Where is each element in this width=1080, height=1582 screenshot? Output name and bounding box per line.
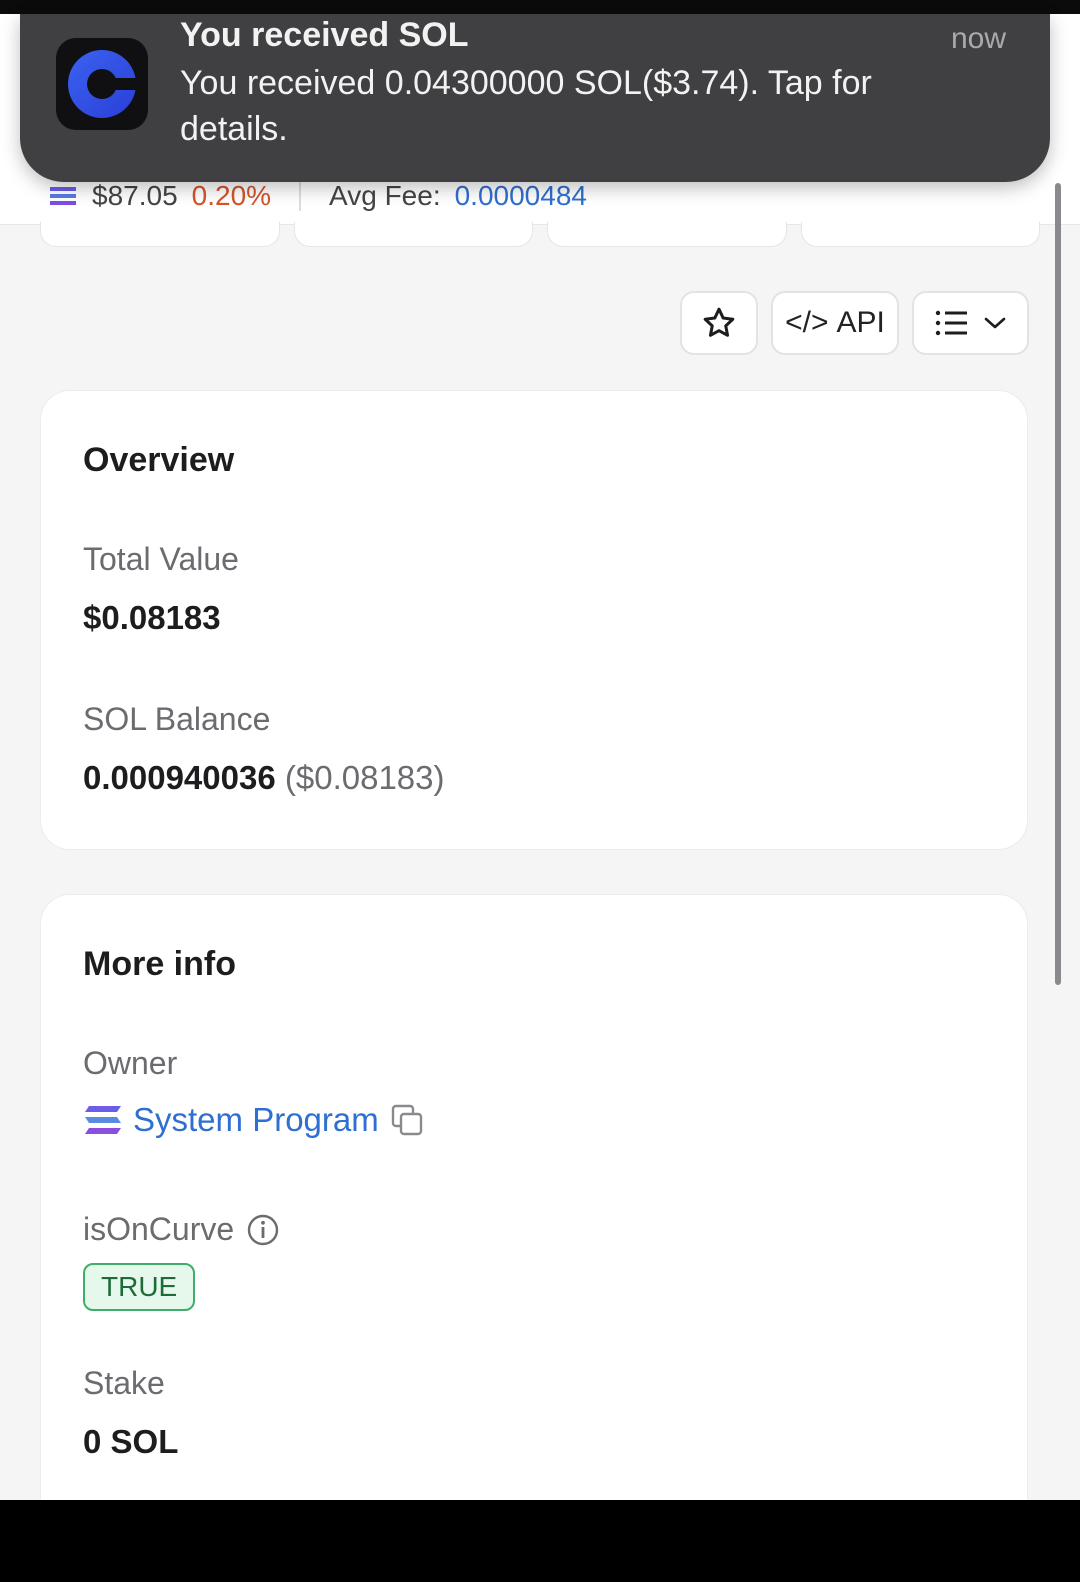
c-logo-icon bbox=[56, 38, 148, 130]
star-icon bbox=[703, 307, 735, 337]
stat-card bbox=[800, 222, 1040, 247]
sol-balance-label: SOL Balance bbox=[83, 701, 271, 737]
solana-logo-icon bbox=[85, 1106, 121, 1134]
stake-value: 0 SOL bbox=[83, 1423, 179, 1460]
avg-fee-value[interactable]: 0.0000484 bbox=[455, 180, 587, 212]
stat-card bbox=[40, 222, 280, 247]
notification-title: You received SOL bbox=[180, 16, 469, 54]
notification-banner[interactable]: You received SOL now You received 0.0430… bbox=[20, 14, 1050, 182]
sol-price-row: $87.05 0.20% Avg Fee: 0.0000484 bbox=[48, 176, 587, 216]
status-bar-strip bbox=[0, 0, 1080, 14]
more-info-card: More info Owner System Program isOnCurve… bbox=[40, 894, 1028, 1534]
sol-balance-value: 0.000940036 bbox=[83, 759, 276, 796]
stat-card bbox=[547, 222, 787, 247]
copy-icon[interactable] bbox=[389, 1102, 425, 1138]
total-value-label: Total Value bbox=[83, 541, 239, 577]
avg-fee-label: Avg Fee: bbox=[329, 180, 441, 211]
status-badge: TRUE bbox=[83, 1263, 196, 1311]
menu-dropdown-button[interactable] bbox=[912, 291, 1029, 355]
bottom-bar bbox=[0, 1500, 1080, 1582]
divider bbox=[299, 181, 302, 211]
is-on-curve-label: isOnCurve bbox=[83, 1211, 235, 1247]
stake-label: Stake bbox=[83, 1365, 165, 1401]
info-icon[interactable] bbox=[246, 1213, 280, 1247]
total-value: $0.08183 bbox=[83, 599, 221, 636]
overview-card: Overview Total Value $0.08183 SOL Balanc… bbox=[40, 390, 1028, 850]
is-on-curve-row: isOnCurve bbox=[83, 1211, 280, 1248]
favorite-button[interactable] bbox=[680, 291, 758, 355]
more-info-title: More info bbox=[83, 945, 236, 983]
notification-time: now bbox=[950, 22, 1006, 55]
sol-balance-usd: ($0.08183) bbox=[284, 759, 445, 796]
chevron-down-icon bbox=[984, 317, 1005, 329]
scrollbar[interactable] bbox=[1055, 183, 1061, 985]
sol-balance-row: 0.000940036 ($0.08183) bbox=[83, 759, 445, 797]
owner-label: Owner bbox=[83, 1045, 178, 1081]
code-icon: </> bbox=[785, 306, 829, 339]
solana-logo-icon bbox=[50, 187, 76, 205]
notification-body: You received 0.04300000 SOL($3.74). Tap … bbox=[180, 64, 872, 148]
api-button[interactable]: </> API bbox=[771, 291, 899, 355]
stat-cards bbox=[40, 222, 1040, 248]
sol-price-change: 0.20% bbox=[191, 180, 272, 211]
sol-price: $87.05 bbox=[92, 180, 178, 211]
owner-row: System Program bbox=[83, 1101, 425, 1139]
stat-card bbox=[293, 222, 533, 247]
list-icon bbox=[935, 310, 967, 336]
api-label: API bbox=[836, 306, 885, 339]
owner-link[interactable]: System Program bbox=[133, 1101, 379, 1139]
overview-title: Overview bbox=[83, 441, 235, 479]
